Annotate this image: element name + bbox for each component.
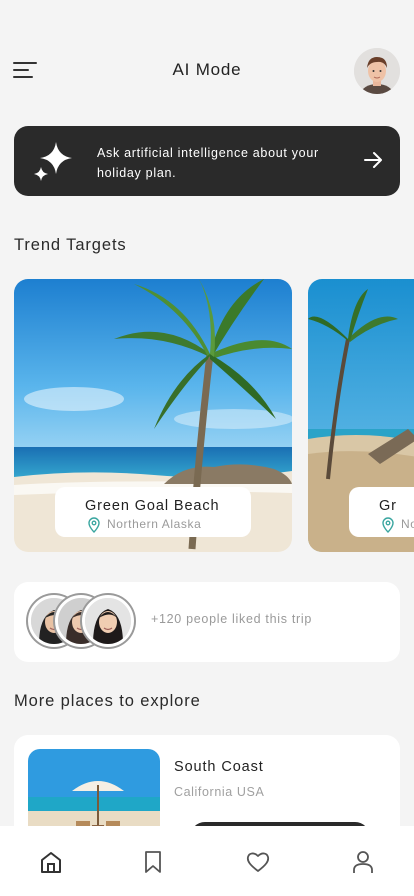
page-title: AI Mode [172, 60, 242, 79]
likes-count-text: +120 people liked this trip [151, 612, 313, 626]
likes-card[interactable]: +120 people liked this trip [14, 582, 400, 662]
trend-card-name: Green Goal Beach [85, 498, 220, 514]
place-name: South Coast [174, 759, 264, 775]
trend-card-location: Nor [401, 517, 414, 531]
trend-card-label: Gr Nor [349, 487, 414, 537]
header: AI Mode [0, 46, 414, 94]
ai-prompt-text: Ask artificial intelligence about your h… [97, 146, 319, 180]
heart-icon[interactable] [244, 848, 272, 876]
trend-carousel[interactable]: Green Goal Beach Northern Alaska Gr N [0, 279, 414, 553]
trend-card[interactable]: Gr Nor [308, 279, 414, 552]
arrow-right-icon[interactable] [362, 149, 384, 171]
trend-card-location: Northern Alaska [107, 517, 202, 531]
location-pin-icon [88, 517, 100, 533]
home-icon[interactable] [37, 848, 65, 876]
explore-section-title: More places to explore [14, 692, 201, 710]
user-icon[interactable] [349, 848, 377, 876]
bottom-tab-bar [0, 826, 414, 896]
trend-card-label: Green Goal Beach Northern Alaska [55, 487, 251, 537]
bookmark-icon[interactable] [139, 848, 167, 876]
ai-prompt-card[interactable]: Ask artificial intelligence about your h… [14, 126, 400, 196]
profile-avatar[interactable] [354, 48, 400, 94]
trend-card[interactable]: Green Goal Beach Northern Alaska [14, 279, 292, 552]
place-location: California USA [174, 785, 265, 799]
trend-section-title: Trend Targets [14, 236, 127, 254]
liker-avatar [82, 595, 134, 647]
location-pin-icon [382, 517, 394, 533]
trend-card-name: Gr [379, 498, 397, 514]
sparkle-icon [34, 142, 72, 181]
